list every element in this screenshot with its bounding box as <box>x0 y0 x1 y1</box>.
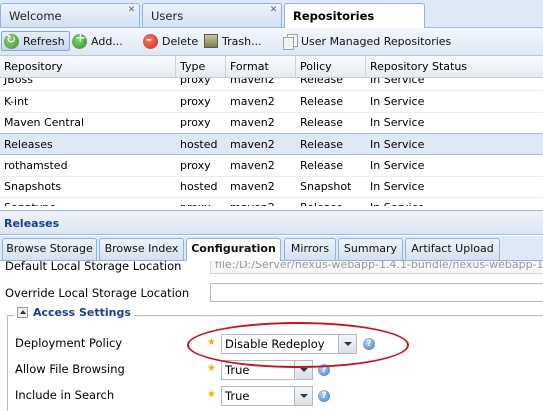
add-button[interactable]: Add... <box>72 31 123 51</box>
table-cell-format: maven2 <box>230 138 275 151</box>
table-cell-policy: Release <box>296 197 343 206</box>
table-cell-policy: Release <box>300 116 343 129</box>
grid-header: Repository Type Format Policy Repository… <box>0 56 543 78</box>
delete-label: Delete <box>162 34 199 48</box>
close-icon[interactable]: ✕ <box>269 6 278 15</box>
required-star-icon: ★ <box>207 389 216 400</box>
delete-icon <box>143 32 158 49</box>
trash-button[interactable]: Trash... <box>204 31 262 51</box>
table-cell-status: In Service <box>370 180 425 193</box>
column-header-status[interactable]: Repository Status <box>366 56 543 77</box>
refresh-button[interactable]: Refresh <box>1 31 70 51</box>
table-cell-policy: Release <box>300 138 343 151</box>
table-cell-status: In Service <box>370 159 425 172</box>
table-row[interactable]: K-int proxy maven2 Release In Service <box>0 91 543 113</box>
default-storage-field: file:/D:/Server/nexus-webapp-1.4.1-bundl… <box>210 261 543 274</box>
access-settings-legend: Access Settings <box>14 306 134 319</box>
dropdown-arrow-icon[interactable] <box>294 387 312 405</box>
tab-repositories-label: Repositories <box>293 9 375 23</box>
pages-icon <box>283 33 298 50</box>
table-cell-policy: Snapshot <box>300 180 352 193</box>
default-storage-label: Default Local Storage Location <box>5 261 182 273</box>
user-managed-repositories-button[interactable]: User Managed Repositories <box>283 31 451 51</box>
table-cell-type: hosted <box>180 180 218 193</box>
table-cell-status: In Service <box>370 116 425 129</box>
repositories-toolbar: Refresh Add... Delete Trash... User Mana… <box>0 28 543 56</box>
add-icon <box>72 31 87 49</box>
access-settings-title: Access Settings <box>33 306 131 319</box>
table-row[interactable]: Snapshots hosted maven2 Snapshot In Service <box>0 176 543 198</box>
include-in-search-label: Include in Search <box>15 388 115 402</box>
tab-repositories[interactable]: Repositories <box>284 3 425 28</box>
table-cell-format: maven2 <box>230 95 275 108</box>
allow-file-browsing-label: Allow File Browsing <box>15 362 125 376</box>
table-cell-policy: Release <box>300 159 343 172</box>
table-row[interactable]: Releases hosted maven2 Release In Service <box>0 133 543 155</box>
table-cell-format: maven2 <box>226 197 275 206</box>
tab-browse-storage[interactable]: Browse Storage <box>2 238 97 260</box>
table-cell-type: proxy <box>180 116 211 129</box>
column-header-policy[interactable]: Policy <box>296 56 366 77</box>
table-cell-format: maven2 <box>230 159 275 172</box>
table-cell-type: proxy <box>180 95 211 108</box>
tab-welcome[interactable]: Welcome ✕ <box>0 3 140 27</box>
table-cell-repository: K-int <box>4 95 29 108</box>
tab-mirrors[interactable]: Mirrors <box>284 238 336 260</box>
deployment-policy-label: Deployment Policy <box>15 336 123 350</box>
help-icon[interactable]: ? <box>318 390 330 402</box>
table-cell-policy: Release <box>300 95 343 108</box>
tab-users[interactable]: Users ✕ <box>142 3 282 27</box>
repository-grid: JBoss proxy maven2 Release In Service K-int pr… <box>0 56 543 206</box>
required-star-icon: ★ <box>207 363 216 374</box>
table-cell-repository: Releases <box>4 138 53 151</box>
table-cell-repository: Maven Central <box>4 116 85 129</box>
table-row[interactable]: Sonatype proxy maven2 Release In Service <box>0 197 543 206</box>
column-header-type[interactable]: Type <box>176 56 226 77</box>
table-cell-status: In Service <box>366 197 424 206</box>
table-cell-repository: rothamsted <box>4 159 68 172</box>
trash-icon <box>204 34 218 48</box>
refresh-icon <box>4 32 19 49</box>
tab-artifact-upload[interactable]: Artifact Upload <box>405 238 500 260</box>
table-cell-repository: Snapshots <box>4 180 62 193</box>
top-tab-bar: Welcome ✕ Users ✕ Repositories <box>0 0 543 28</box>
refresh-label: Refresh <box>23 34 65 48</box>
collapse-toggle-icon[interactable] <box>17 307 28 318</box>
table-cell-repository: Sonatype <box>0 197 56 206</box>
user-managed-label: User Managed Repositories <box>301 34 452 48</box>
table-cell-format: maven2 <box>230 116 275 129</box>
table-cell-type: hosted <box>180 138 218 151</box>
tab-configuration[interactable]: Configuration <box>186 238 281 261</box>
trash-label: Trash... <box>222 34 262 48</box>
repository-detail-tabs: Browse Storage Browse Index Configuratio… <box>0 236 543 261</box>
highlight-ellipse <box>187 322 409 368</box>
override-storage-label: Override Local Storage Location <box>5 286 190 300</box>
add-label: Add... <box>91 34 123 48</box>
override-storage-field[interactable] <box>210 283 543 302</box>
table-cell-status: In Service <box>370 95 425 108</box>
tab-users-label: Users <box>151 9 184 23</box>
include-in-search-select[interactable]: True <box>221 386 313 406</box>
column-header-repository[interactable]: Repository <box>0 56 176 77</box>
table-row[interactable]: Maven Central proxy maven2 Release In Servic… <box>0 112 543 134</box>
column-header-format[interactable]: Format <box>226 56 296 77</box>
table-cell-format: maven2 <box>230 180 275 193</box>
tab-summary[interactable]: Summary <box>338 238 403 260</box>
close-icon[interactable]: ✕ <box>127 6 136 15</box>
table-row[interactable]: rothamsted proxy maven2 Release In Service <box>0 155 543 177</box>
table-cell-type: proxy <box>176 197 211 206</box>
table-cell-status: In Service <box>370 138 425 151</box>
tab-welcome-label: Welcome <box>9 9 62 23</box>
tab-browse-index[interactable]: Browse Index <box>99 238 184 260</box>
panel-title: Releases <box>0 210 543 235</box>
delete-button[interactable]: Delete <box>143 31 198 51</box>
table-cell-type: proxy <box>180 159 211 172</box>
include-in-search-value: True <box>225 389 250 403</box>
